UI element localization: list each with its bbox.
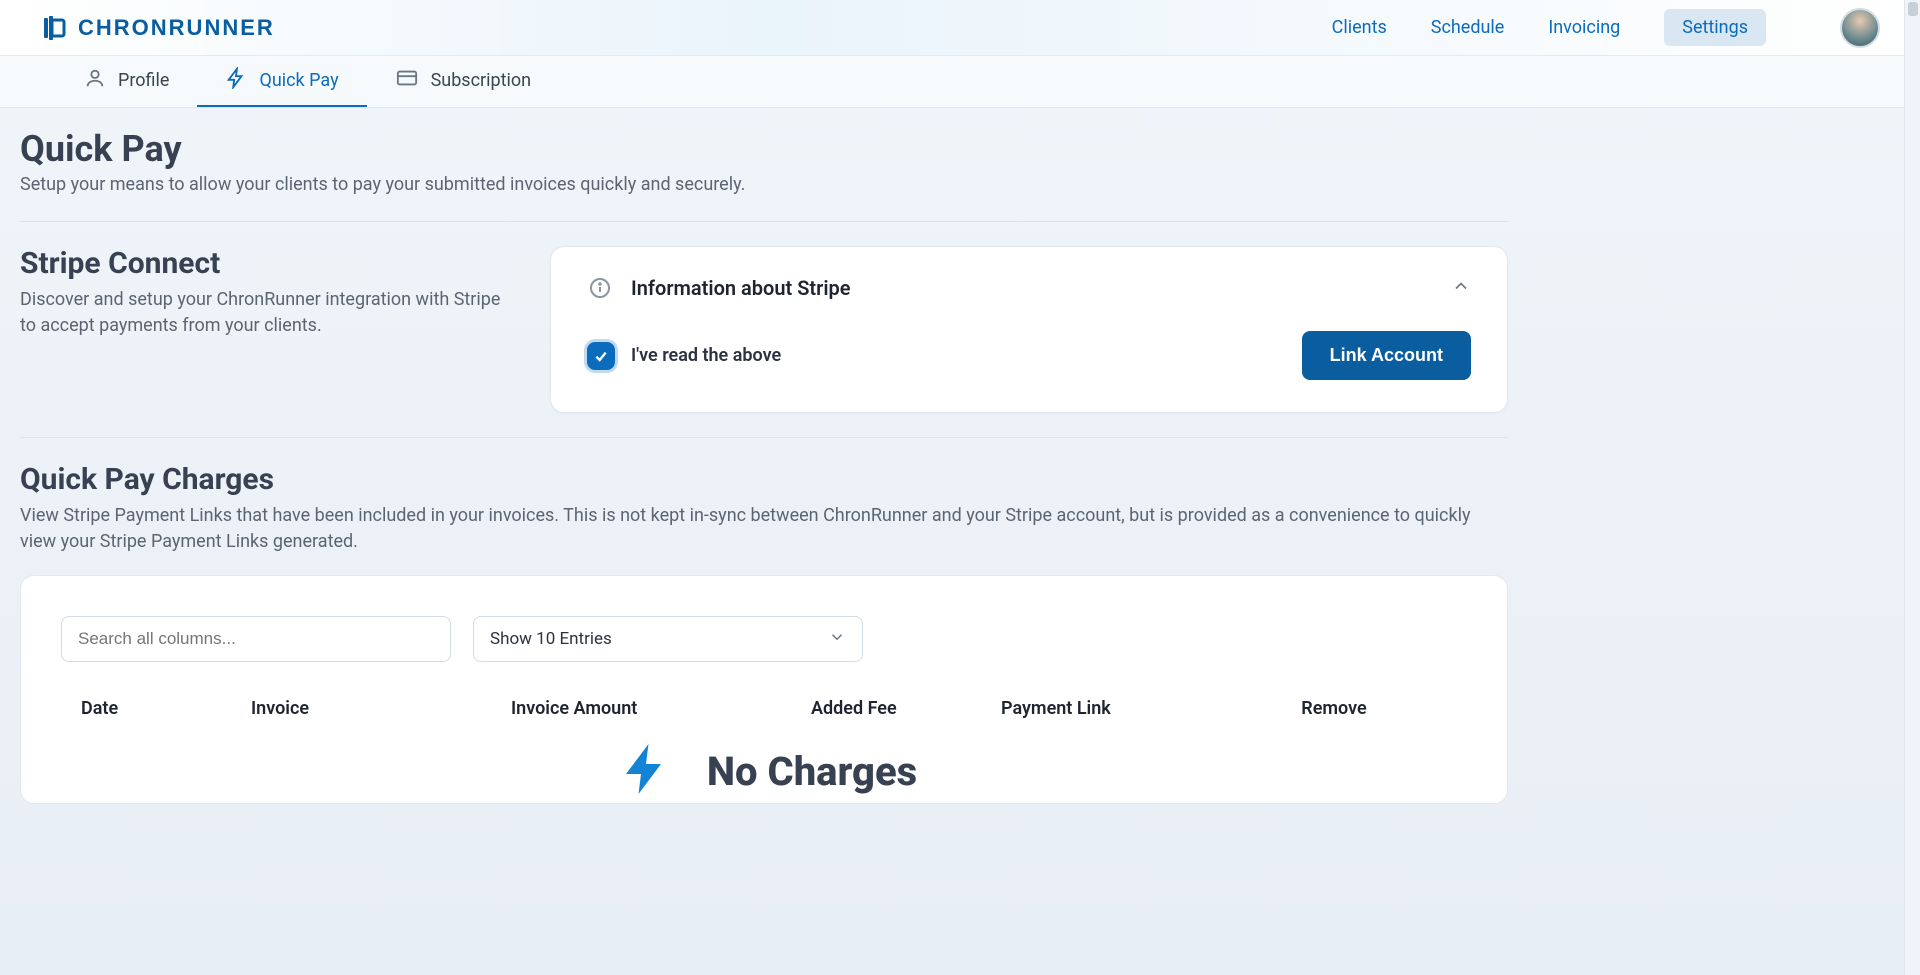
tab-profile[interactable]: Profile [56, 56, 197, 107]
tab-profile-label: Profile [118, 70, 169, 91]
tab-quick-pay-label: Quick Pay [259, 70, 338, 91]
user-icon [84, 67, 106, 94]
stripe-section: Stripe Connect Discover and setup your C… [20, 246, 1508, 413]
nav-invoicing[interactable]: Invoicing [1548, 17, 1620, 38]
content: Quick Pay Setup your means to allow your… [0, 108, 1528, 864]
nav-clients[interactable]: Clients [1332, 17, 1387, 38]
search-input[interactable] [61, 616, 451, 662]
chevron-down-icon [828, 628, 846, 651]
tab-subscription-label: Subscription [431, 70, 532, 91]
bolt-large-icon [611, 739, 681, 803]
scrollbar[interactable] [1904, 0, 1920, 975]
settings-tabs: Profile Quick Pay Subscription [0, 56, 1920, 108]
nav-schedule[interactable]: Schedule [1431, 17, 1505, 38]
topbar: CHRONRUNNER Clients Schedule Invoicing S… [0, 0, 1920, 56]
stripe-info-title: Information about Stripe [631, 276, 851, 300]
stripe-title: Stripe Connect [20, 246, 520, 281]
page-size-label: Show 10 Entries [490, 629, 612, 649]
page-subtitle: Setup your means to allow your clients t… [20, 174, 1508, 195]
charges-empty: No Charges [61, 725, 1467, 803]
info-icon [587, 275, 613, 301]
th-payment-link[interactable]: Payment Link [1001, 692, 1221, 725]
tab-quick-pay[interactable]: Quick Pay [197, 56, 366, 107]
th-date[interactable]: Date [81, 692, 251, 725]
avatar[interactable] [1840, 8, 1880, 48]
card-icon [395, 67, 419, 94]
chevron-up-icon [1451, 276, 1471, 300]
th-added-fee[interactable]: Added Fee [811, 692, 1001, 725]
charges-title: Quick Pay Charges [20, 462, 1508, 497]
logo-mark-icon [38, 10, 74, 46]
divider [20, 221, 1508, 222]
th-invoice[interactable]: Invoice [251, 692, 511, 725]
th-invoice-amount[interactable]: Invoice Amount [511, 692, 811, 725]
charges-empty-title: No Charges [707, 748, 917, 795]
th-remove[interactable]: Remove [1221, 692, 1447, 725]
top-nav: Clients Schedule Invoicing Settings [1332, 8, 1880, 48]
ack-label: I've read the above [631, 345, 781, 366]
tab-subscription[interactable]: Subscription [367, 56, 560, 107]
logo[interactable]: CHRONRUNNER [38, 10, 275, 46]
ack-checkbox[interactable] [587, 342, 615, 370]
link-account-button[interactable]: Link Account [1302, 331, 1471, 380]
charges-table-header: Date Invoice Invoice Amount Added Fee Pa… [61, 692, 1467, 725]
stripe-card: Information about Stripe I've read the a… [550, 246, 1508, 413]
stripe-desc: Discover and setup your ChronRunner inte… [20, 287, 510, 339]
divider-2 [20, 437, 1508, 438]
page-size-select[interactable]: Show 10 Entries [473, 616, 863, 662]
nav-settings[interactable]: Settings [1664, 9, 1766, 46]
page-title: Quick Pay [20, 128, 1508, 170]
charges-desc: View Stripe Payment Links that have been… [20, 503, 1508, 555]
logo-text: CHRONRUNNER [78, 15, 275, 41]
charges-card: Show 10 Entries Date Invoice Invoice Amo… [20, 575, 1508, 804]
stripe-info-toggle[interactable]: Information about Stripe [587, 275, 1471, 301]
bolt-icon [225, 67, 247, 94]
